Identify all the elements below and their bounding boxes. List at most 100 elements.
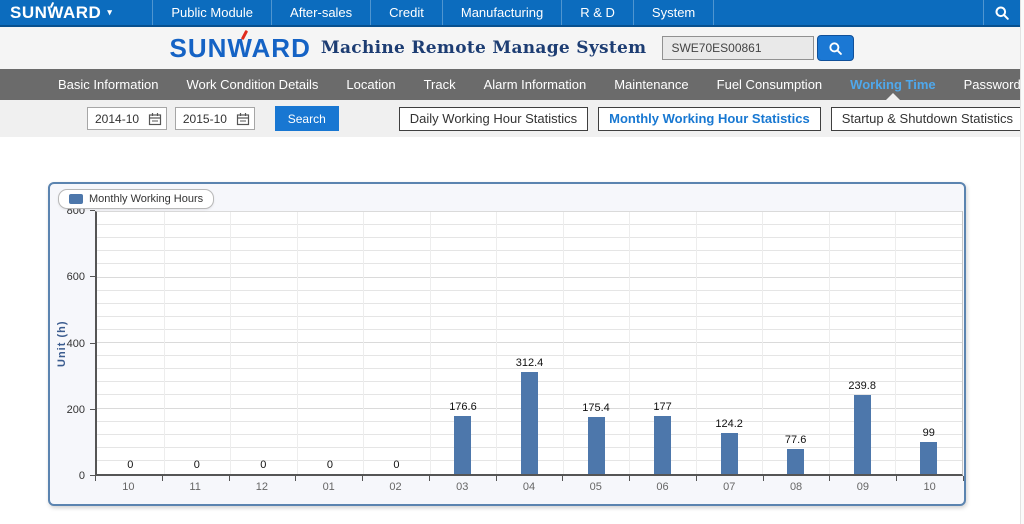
x-tick-mark — [829, 476, 830, 481]
topbar-item-public-module[interactable]: Public Module — [152, 0, 271, 25]
bar-value-label: 177 — [653, 401, 671, 413]
brand-logo: SUNWARD — [170, 35, 311, 61]
date-to-field — [175, 107, 255, 130]
gridline-vertical — [363, 212, 364, 474]
x-tick-label: 12 — [256, 481, 268, 493]
view-button-monthly-working-hour-statistics[interactable]: Monthly Working Hour Statistics — [598, 107, 821, 131]
gridline-horizontal — [97, 342, 962, 343]
machine-search-button[interactable] — [817, 35, 854, 61]
gridline-vertical — [895, 212, 896, 474]
legend-swatch — [69, 194, 83, 204]
calendar-icon[interactable] — [236, 112, 250, 126]
filter-toolbar: Search Daily Working Hour Statistics Mont… — [0, 100, 1024, 137]
x-tick-mark — [229, 476, 230, 481]
view-button-daily-working-hour-statistics[interactable]: Daily Working Hour Statistics — [399, 107, 588, 131]
bar-value-label: 0 — [127, 459, 133, 471]
nav-tab-basic-information[interactable]: Basic Information — [44, 69, 172, 100]
x-tick-mark — [95, 476, 96, 481]
gridline-horizontal — [97, 237, 962, 238]
bar-value-label: 99 — [923, 427, 935, 439]
x-tick-label: 09 — [857, 481, 869, 493]
x-tick-label: 11 — [189, 481, 200, 493]
chart-legend[interactable]: Monthly Working Hours — [58, 189, 214, 209]
topbar-search-button[interactable] — [983, 0, 1019, 25]
date-from-input[interactable] — [88, 111, 146, 127]
scrollbar-track[interactable] — [1020, 0, 1024, 524]
bar-month-06 — [654, 416, 671, 474]
bar-month-10 — [920, 442, 937, 474]
bar-value-label: 312.4 — [516, 357, 544, 369]
nav-tab-location[interactable]: Location — [332, 69, 409, 100]
y-tick-label: 200 — [67, 404, 85, 416]
topbar-item-after-sales[interactable]: After-sales — [271, 0, 370, 25]
gridline-horizontal — [97, 329, 962, 330]
calendar-icon[interactable] — [148, 112, 162, 126]
nav-tab-work-condition-details[interactable]: Work Condition Details — [172, 69, 332, 100]
nav-tab-working-time[interactable]: Working Time — [836, 69, 949, 100]
y-tick-label: 0 — [79, 470, 85, 482]
chart-panel: Monthly Working Hours Unit (h) 020040060… — [48, 182, 966, 506]
gridline-horizontal — [97, 303, 962, 304]
gridline-vertical — [430, 212, 431, 474]
date-from-field — [87, 107, 167, 130]
x-tick-mark — [896, 476, 897, 481]
bar-value-label: 239.8 — [848, 380, 876, 392]
gridline-horizontal — [97, 224, 962, 225]
x-tick-mark — [295, 476, 296, 481]
x-tick-label: 08 — [790, 481, 802, 493]
bar-value-label: 0 — [194, 459, 200, 471]
machine-number-input[interactable] — [662, 36, 814, 60]
gridline-vertical — [762, 212, 763, 474]
gridline-vertical — [696, 212, 697, 474]
header: SUNWARD Machine Remote Manage System — [0, 27, 1024, 69]
y-axis: 0200400600800 — [50, 211, 95, 476]
gridline-horizontal — [97, 250, 962, 251]
gridline-horizontal — [97, 316, 962, 317]
x-tick-mark — [496, 476, 497, 481]
nav-tab-fuel-consumption[interactable]: Fuel Consumption — [703, 69, 837, 100]
bar-value-label: 0 — [393, 459, 399, 471]
chevron-down-icon: ▾ — [107, 7, 112, 18]
bar-month-05 — [588, 417, 605, 474]
nav-tab-password[interactable]: Password — [950, 69, 1024, 100]
system-title: Machine Remote Manage System — [321, 38, 647, 58]
x-tick-mark — [629, 476, 630, 481]
x-tick-label: 04 — [523, 481, 535, 493]
view-button-startup-shutdown-statistics[interactable]: Startup & Shutdown Statistics — [831, 107, 1024, 131]
bar-month-08 — [787, 449, 804, 474]
gridline-horizontal — [97, 290, 962, 291]
topbar-item-r-d[interactable]: R & D — [561, 0, 633, 25]
x-tick-mark — [362, 476, 363, 481]
date-to-input[interactable] — [176, 111, 234, 127]
search-button[interactable]: Search — [275, 106, 339, 131]
topbar-logo-text: SUNWARD — [10, 3, 101, 23]
y-tick-label: 400 — [67, 338, 85, 350]
topbar-item-credit[interactable]: Credit — [370, 0, 442, 25]
x-tick-mark — [562, 476, 563, 481]
topbar: SUNWARD ▾ Public ModuleAfter-salesCredit… — [0, 0, 1024, 27]
x-tick-label: 01 — [323, 481, 335, 493]
nav-tab-alarm-information[interactable]: Alarm Information — [470, 69, 601, 100]
x-tick-mark — [696, 476, 697, 481]
gridline-horizontal — [97, 263, 962, 264]
gridline-vertical — [496, 212, 497, 474]
gridline-vertical — [164, 212, 165, 474]
topbar-item-system[interactable]: System — [633, 0, 714, 25]
gridline-vertical — [297, 212, 298, 474]
topbar-item-manufacturing[interactable]: Manufacturing — [442, 0, 561, 25]
topbar-menu: Public ModuleAfter-salesCreditManufactur… — [152, 0, 714, 25]
y-tick-label: 600 — [67, 271, 85, 283]
topbar-logo[interactable]: SUNWARD ▾ — [0, 0, 122, 25]
nav-tab-track[interactable]: Track — [410, 69, 470, 100]
bar-month-07 — [721, 433, 738, 474]
gridline-vertical — [230, 212, 231, 474]
gridline-vertical — [563, 212, 564, 474]
nav-tab-maintenance[interactable]: Maintenance — [600, 69, 702, 100]
x-tick-label: 10 — [923, 481, 935, 493]
x-tick-mark — [429, 476, 430, 481]
x-tick-mark — [763, 476, 764, 481]
main-nav: Basic InformationWork Condition DetailsL… — [0, 69, 1024, 100]
gridline-vertical — [829, 212, 830, 474]
search-icon — [994, 5, 1010, 21]
x-axis: 10111201020304050607080910 — [95, 476, 963, 498]
